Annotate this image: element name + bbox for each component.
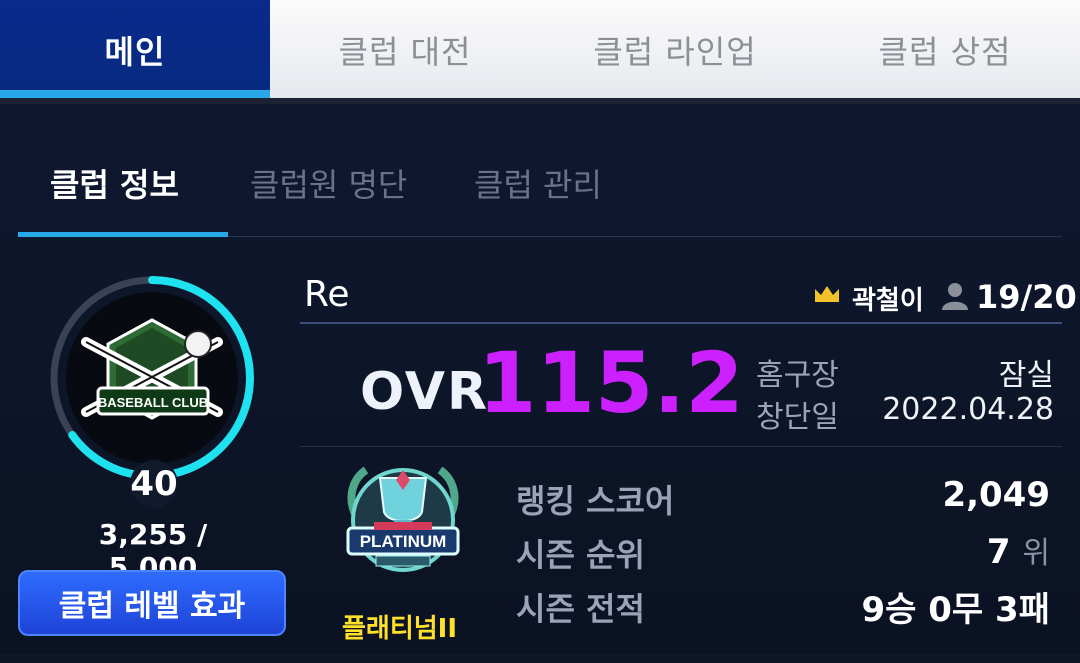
member-icon <box>942 283 968 310</box>
season-record-label: 시즌 전적 <box>516 590 645 628</box>
active-tab-indicator <box>0 90 270 98</box>
tab-club-lineup[interactable]: 클럽 라인업 <box>540 0 810 100</box>
emblem-label: BASEBALL CLUB <box>98 395 208 410</box>
tab-club-battle[interactable]: 클럽 대전 <box>270 0 540 100</box>
season-rank-value: 7 <box>986 532 1011 572</box>
founded-label: 창단일 <box>756 400 839 435</box>
tab-club-shop[interactable]: 클럽 상점 <box>810 0 1080 100</box>
season-rank: 7 위 <box>987 528 1050 572</box>
top-nav: 메인 클럽 대전 클럽 라인업 클럽 상점 <box>0 0 1080 100</box>
ovr-value: 115.2 <box>478 334 744 432</box>
season-rank-label: 시즌 순위 <box>516 536 645 574</box>
season-rank-unit: 위 <box>1022 536 1050 571</box>
tier-name: 플래티넘II <box>342 614 458 644</box>
subtab-club-manage[interactable]: 클럽 관리 <box>474 160 602 206</box>
tier-emblem-label: PLATINUM <box>360 532 447 551</box>
season-record-value: 9승 0무 3패 <box>861 590 1051 630</box>
crown-icon <box>815 286 839 302</box>
ovr-label: OVR <box>360 362 490 422</box>
club-emblem: BASEBALL CLUB <box>50 276 254 480</box>
header-divider <box>300 322 1062 324</box>
stadium-value: 잠실 <box>998 358 1054 393</box>
tab-main[interactable]: 메인 <box>0 0 270 100</box>
stadium-label: 홈구장 <box>756 358 839 393</box>
subtab-club-info[interactable]: 클럽 정보 <box>50 160 179 206</box>
member-count: 19/20 <box>976 278 1077 316</box>
club-level: 40 <box>130 460 178 508</box>
club-owner: 곽철이 <box>852 286 924 316</box>
active-subtab-indicator <box>18 232 228 237</box>
club-name: Re <box>304 274 350 315</box>
ranking-score-label: 랭킹 스코어 <box>516 482 675 520</box>
info-divider <box>300 446 1062 447</box>
ranking-score-value: 2,049 <box>942 475 1050 515</box>
tier-trophy-icon: PLATINUM <box>346 466 460 572</box>
founded-value: 2022.04.28 <box>882 392 1054 427</box>
club-level-effect-button[interactable]: 클럽 레벨 효과 <box>18 570 286 636</box>
subtab-member-list[interactable]: 클럽원 명단 <box>250 160 407 206</box>
